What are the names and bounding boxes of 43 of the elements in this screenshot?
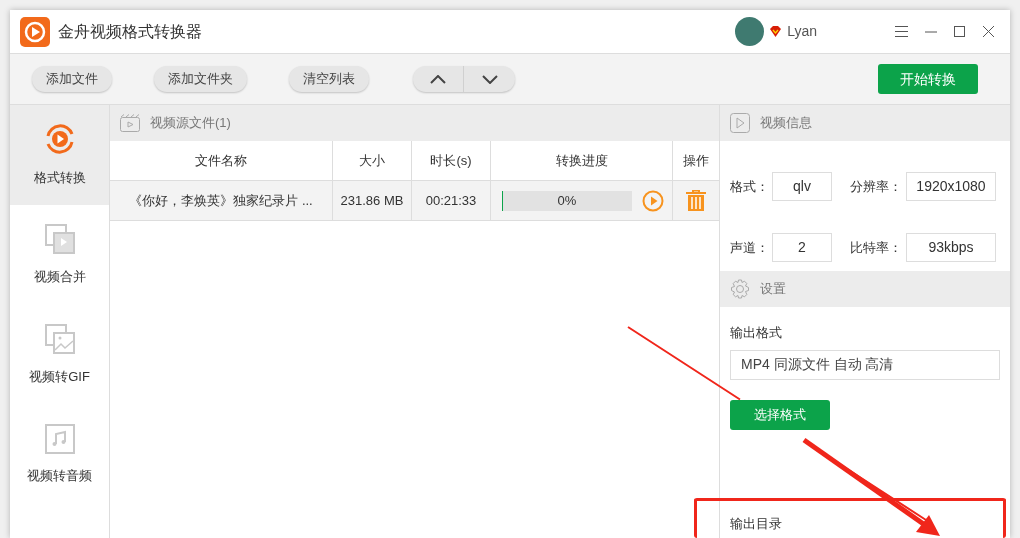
resolution-field: 1920x1080 [906,172,996,201]
window-title: 金舟视频格式转换器 [58,21,202,42]
sidebar-item[interactable]: 格式转换 [10,105,109,205]
settings-title: 设置 [760,280,786,299]
output-directory-label: 输出目录 [730,514,783,533]
format-field: qlv [772,172,832,201]
clapperboard-icon [120,114,140,132]
avatar [735,17,765,46]
column-header[interactable]: 操作 [673,141,719,180]
channels-field: 2 [772,233,832,262]
merge-videos-icon [43,223,76,256]
gear-icon [730,279,750,299]
chevron-down-icon [481,74,498,84]
file-list-title: 视频源文件(1) [150,114,231,133]
chevron-up-icon [430,74,446,84]
bitrate-label: 比特率： [849,238,903,257]
bitrate-field: 93kbps [906,233,996,262]
column-header[interactable]: 文件名称 [110,141,333,180]
format-label: 格式： [730,177,770,196]
column-header[interactable]: 时长(s) [412,141,491,180]
user-name[interactable]: Lyan [787,21,817,42]
toolbar-button[interactable]: 添加文件 [32,66,112,92]
play-frame-icon [730,113,750,133]
table-cell: 《你好，李焕英》独家纪录片 ... [110,181,333,220]
resolution-label: 分辨率： [849,177,903,196]
close-icon[interactable] [983,26,994,37]
progress-text: 0% [557,191,577,210]
output-format-field: MP4 同源文件 自动 高清 [730,349,1000,380]
music-note-icon [44,424,75,455]
app-logo-icon [20,16,50,47]
table-cell: 231.86 MB [333,181,412,220]
maximize-icon[interactable] [954,26,965,37]
vip-badge-icon [769,25,783,38]
menu-icon[interactable] [895,26,908,37]
channels-label: 声道： [730,238,770,257]
output-format-label: 输出格式 [730,324,783,342]
column-header[interactable]: 转换进度 [491,141,673,180]
toolbar-button[interactable]: 添加文件夹 [154,66,247,92]
toolbar-button[interactable]: 清空列表 [289,66,369,92]
image-stack-icon [43,323,76,356]
table-cell: 00:21:33 [412,181,491,220]
video-info-title: 视频信息 [760,114,812,133]
column-header[interactable]: 大小 [333,141,412,180]
